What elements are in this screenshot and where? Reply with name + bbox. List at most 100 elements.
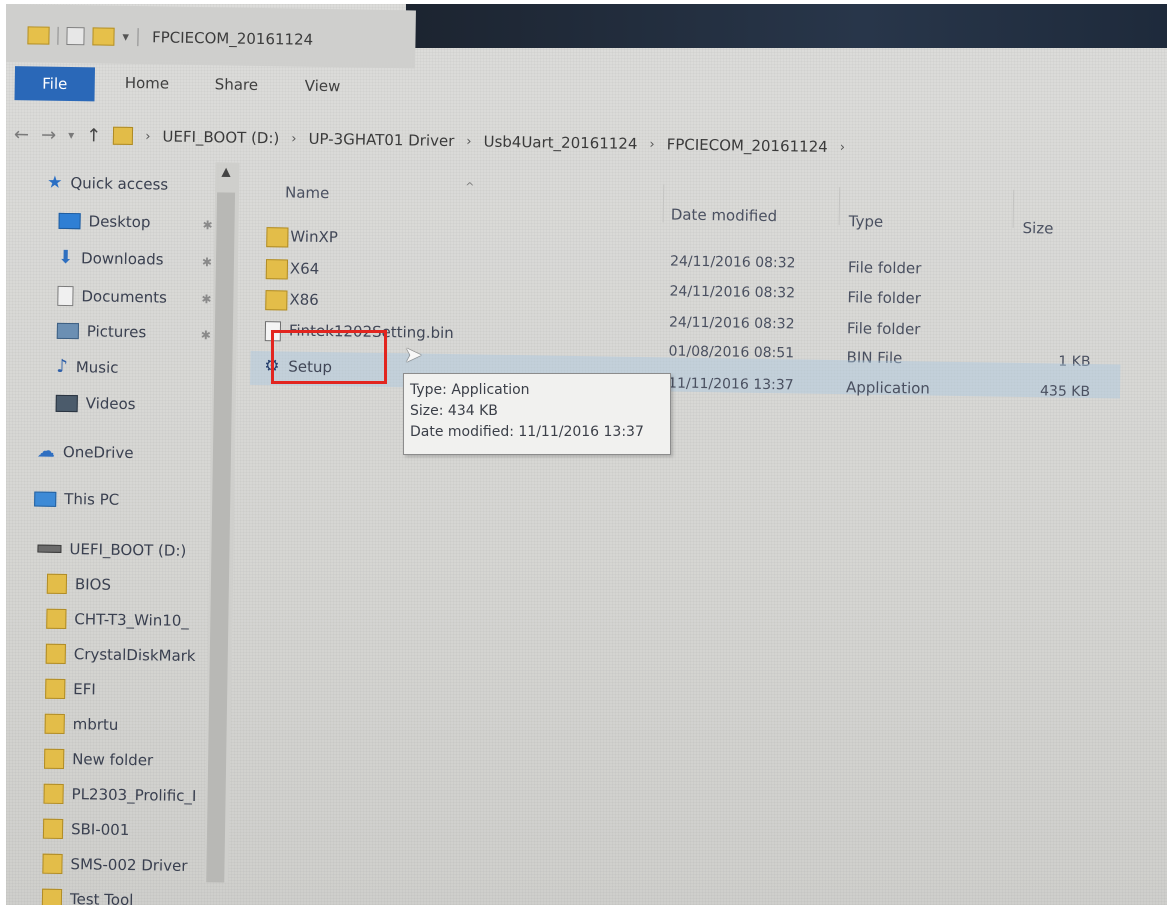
- file-size: 435 KB: [1039, 383, 1091, 401]
- breadcrumb-current[interactable]: FPCIECOM_20161124: [667, 135, 828, 156]
- folder-icon: [265, 290, 288, 311]
- chevron-down-icon[interactable]: ▾: [122, 29, 129, 44]
- sidebar-item-label: Quick access: [70, 174, 169, 194]
- videos-icon: [55, 394, 78, 412]
- sidebar-item-folder[interactable]: PL2303_Prolific_I: [43, 783, 197, 806]
- column-header-date[interactable]: Date modified: [671, 205, 778, 225]
- breadcrumb-drive[interactable]: UEFI_BOOT (D:): [162, 127, 279, 147]
- downloads-icon: ⬇: [57, 246, 74, 269]
- up-arrow-icon[interactable]: ↑: [86, 125, 101, 146]
- sidebar-item-label: Videos: [85, 394, 136, 414]
- sidebar-item-label: Documents: [81, 287, 168, 307]
- divider: [136, 28, 139, 47]
- sidebar-item-label: This PC: [64, 489, 120, 509]
- chevron-right-icon[interactable]: ›: [291, 131, 296, 146]
- folder-icon: [45, 643, 66, 665]
- file-list: ^ Name Date modified Type Size WinXP 24/…: [242, 163, 1154, 905]
- sidebar-item-label: OneDrive: [62, 442, 134, 463]
- sidebar-item-downloads[interactable]: ⬇ Downloads: [57, 246, 164, 269]
- folder-icon: [113, 126, 134, 146]
- column-header-type[interactable]: Type: [849, 212, 884, 231]
- sidebar-item-folder[interactable]: Test Tool: [41, 888, 134, 905]
- sidebar-item-onedrive[interactable]: ☁ OneDrive: [36, 440, 134, 463]
- chevron-right-icon[interactable]: ›: [145, 129, 150, 144]
- folder-icon: [42, 818, 64, 839]
- folder-icon[interactable]: [27, 26, 50, 45]
- sidebar-item-pictures[interactable]: Pictures: [56, 322, 146, 341]
- chevron-right-icon[interactable]: ›: [840, 140, 845, 155]
- file-tooltip: Type: Application Size: 434 KB Date modi…: [403, 373, 671, 455]
- tab-view[interactable]: View: [305, 77, 341, 96]
- sidebar-item-label: SMS-002 Driver: [70, 855, 188, 875]
- back-arrow-icon[interactable]: ←: [14, 124, 29, 145]
- computer-icon: [34, 491, 57, 507]
- sidebar-item-folder[interactable]: SMS-002 Driver: [42, 853, 188, 876]
- column-header-name[interactable]: Name: [285, 183, 330, 202]
- sidebar-item-label: mbrtu: [72, 715, 119, 734]
- ribbon: File Home Share View: [14, 66, 1154, 122]
- chevron-right-icon[interactable]: ›: [649, 137, 654, 152]
- sidebar-item-label: BIOS: [74, 575, 112, 594]
- sidebar-item-quick-access[interactable]: ★ Quick access: [47, 172, 169, 194]
- tab-share[interactable]: Share: [215, 75, 259, 94]
- sidebar-item-folder[interactable]: New folder: [43, 748, 154, 771]
- recent-locations-icon[interactable]: ▾: [68, 128, 74, 142]
- pin-icon[interactable]: ✱: [202, 255, 212, 269]
- cloud-icon: ☁: [36, 440, 56, 462]
- divider: [57, 26, 59, 45]
- sidebar-item-label: CHT-T3_Win10_: [74, 610, 190, 630]
- sidebar-item-folder[interactable]: CrystalDiskMark: [45, 643, 196, 666]
- pictures-icon: [56, 322, 79, 340]
- scroll-up-icon[interactable]: ▲: [221, 164, 230, 178]
- music-icon: ♪: [56, 355, 68, 378]
- title-bar: ▾ FPCIECOM_20161124: [6, 4, 416, 69]
- properties-icon[interactable]: [66, 26, 85, 46]
- new-folder-icon[interactable]: [92, 27, 115, 46]
- divider: [838, 187, 841, 226]
- file-type: Application: [845, 378, 931, 398]
- tab-home[interactable]: Home: [125, 74, 170, 93]
- tab-file[interactable]: File: [14, 66, 96, 102]
- sidebar-item-videos[interactable]: Videos: [55, 394, 136, 414]
- sidebar-item-documents[interactable]: Documents: [57, 285, 168, 308]
- sort-ascending-icon: ^: [465, 180, 475, 194]
- breadcrumb-driver[interactable]: UP-3GHAT01 Driver: [308, 130, 454, 150]
- navigation-pane: ★ Quick access Desktop ✱ ⬇ Downloads ✱ D…: [6, 159, 244, 905]
- forward-arrow-icon[interactable]: →: [41, 124, 56, 145]
- sidebar-item-drive[interactable]: UEFI_BOOT (D:): [37, 540, 186, 560]
- sidebar-item-folder[interactable]: mbrtu: [44, 713, 119, 735]
- pin-icon[interactable]: ✱: [201, 328, 211, 342]
- folder-icon: [265, 259, 289, 280]
- sidebar-item-label: New folder: [72, 750, 154, 770]
- sidebar-item-label: CrystalDiskMark: [73, 645, 196, 666]
- file-name: X64: [289, 259, 320, 278]
- file-date: 11/11/2016 13:37: [667, 375, 794, 394]
- window-title: FPCIECOM_20161124: [151, 28, 314, 49]
- sidebar-item-this-pc[interactable]: This PC: [34, 490, 119, 509]
- pin-icon[interactable]: ✱: [201, 292, 211, 306]
- sidebar-item-music[interactable]: ♪ Music: [56, 355, 118, 378]
- folder-icon: [46, 573, 68, 595]
- divider: [1012, 189, 1015, 228]
- star-icon: ★: [47, 172, 63, 193]
- pin-icon[interactable]: ✱: [202, 218, 212, 232]
- tooltip-type: Type: Application: [410, 382, 530, 398]
- tooltip-size: Size: 434 KB: [410, 403, 498, 419]
- chevron-right-icon[interactable]: ›: [466, 134, 471, 149]
- folder-icon: [44, 713, 65, 735]
- sidebar-item-label: EFI: [73, 680, 96, 699]
- folder-icon: [266, 227, 289, 248]
- breadcrumb-usb4uart[interactable]: Usb4Uart_20161124: [483, 133, 637, 153]
- sidebar-item-folder[interactable]: CHT-T3_Win10_: [46, 608, 190, 631]
- highlight-box: [271, 330, 387, 384]
- sidebar-item-folder[interactable]: SBI-001: [42, 818, 130, 840]
- photo-frame: ▾ FPCIECOM_20161124 File Home Share View…: [6, 4, 1167, 905]
- mouse-cursor-icon: ➤: [404, 343, 423, 368]
- sidebar-item-label: PL2303_Prolific_I: [71, 785, 197, 806]
- sidebar-item-label: Downloads: [80, 249, 164, 269]
- drive-icon: [37, 544, 62, 553]
- folder-icon: [41, 888, 63, 905]
- sidebar-item-folder[interactable]: EFI: [45, 678, 96, 700]
- sidebar-item-folder[interactable]: BIOS: [46, 573, 112, 595]
- sidebar-item-desktop[interactable]: Desktop: [58, 212, 151, 231]
